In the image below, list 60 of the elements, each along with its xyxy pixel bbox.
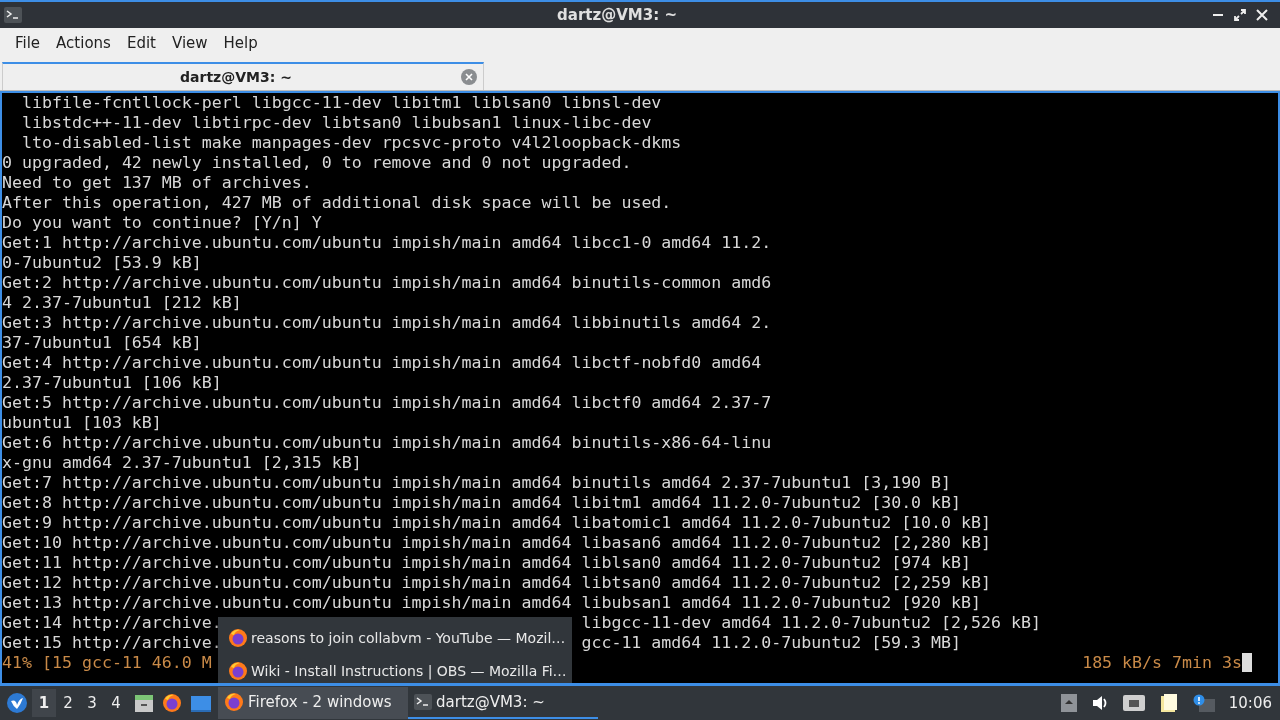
firefox-icon [224,692,244,712]
menu-item[interactable]: Help [218,32,263,54]
terminal-line: Get:8 http://archive.ubuntu.com/ubuntu impish/main amd64 libitm1 amd64 11.2.0-7ubuntu2 [30.0 kB] [2,493,962,513]
terminal-line: x-gnu amd64 2.37-7ubuntu1 [2,315 kB] [2,453,362,473]
terminal-line: 0 upgraded, 42 newly installed, 0 to remove and 0 not upgraded. [2,153,632,173]
close-icon[interactable] [1256,9,1268,21]
terminal-line: 2.37-7ubuntu1 [106 kB] [2,373,222,393]
terminal-line: Get:3 http://archive.ubuntu.com/ubuntu impish/main amd64 libbinutils amd64 2. [2,313,772,333]
terminal-line: Get:5 http://archive.ubuntu.com/ubuntu impish/main amd64 libctf0 amd64 2.37-7 [2,393,772,413]
firefox-icon [228,627,248,648]
terminal-line: Do you want to continue? [Y/n] Y [2,213,322,233]
terminal-line: Need to get 137 MB of archives. [2,173,312,193]
workspace-button[interactable]: 4 [104,689,128,717]
terminal-line: Get:12 http://archive.ubuntu.com/ubuntu impish/main amd64 libtsan0 amd64 11.2.0-7ubuntu2 [2,259 kB] [2,573,992,593]
terminal-line: gcc-11 amd64 11.2.0-7ubuntu2 [59.3 MB] [581,633,962,653]
terminal-line: lto-disabled-list make manpages-dev rpcsvc-proto v4l2loopback-dkms [20,133,682,153]
workspace-button[interactable]: 2 [56,689,80,717]
terminal-line: Get:11 http://archive.ubuntu.com/ubuntu impish/main amd64 liblsan0 amd64 11.2.0-7ubuntu2 [974 kB] [2,553,972,573]
terminal-line: 0-7ubuntu2 [53.9 kB] [2,253,202,273]
firefox-icon[interactable] [162,693,182,713]
taskbar-button[interactable]: Firefox - 2 windows [218,687,408,719]
progress-text: 41% [15 gcc-11 46.0 M [2,653,212,673]
firefox-icon [228,660,248,681]
terminal-line: libfile-fcntllock-perl libgcc-11-dev libitm1 liblsan0 libnsl-dev [20,93,662,113]
clock: 10:06 [1228,694,1272,712]
terminal-line: After this operation, 427 MB of additional disk space will be used. [2,193,672,213]
progress-speed: 185 kB/s 7min 3s [1082,653,1242,673]
workspace-button[interactable]: 3 [80,689,104,717]
maximize-icon[interactable] [1234,9,1246,21]
terminal-line: Get:9 http://archive.ubuntu.com/ubuntu impish/main amd64 libatomic1 amd64 11.2.0-7ubuntu2 [10.0 kB] [2,513,992,533]
notification-icon[interactable] [1192,694,1215,712]
network-icon[interactable] [1122,695,1145,711]
terminal-line: 37-7ubuntu1 [654 kB] [2,333,202,353]
terminal-line: Get:10 http://archive.ubuntu.com/ubuntu impish/main amd64 libasan6 amd64 11.2.0-7ubuntu2 [2,280 kB] [2,533,992,553]
workspace-button[interactable]: 1 [32,689,56,717]
window-title: dartz@VM3: ~ [556,6,678,24]
app-icon [4,7,22,23]
terminal-line: 4 2.37-7ubuntu1 [212 kB] [2,293,242,313]
terminal-line: Get:4 http://archive.ubuntu.com/ubuntu impish/main amd64 libctf-nobfd0 amd64 [2,353,762,373]
window-list-item[interactable]: Wiki - Install Instructions | OBS — Mozilla Fi… [218,654,572,683]
terminal-line: Get:6 http://archive.ubuntu.com/ubuntu impish/main amd64 binutils-x86-64-linu [2,433,772,453]
terminal-line: libgcc-11-dev amd64 11.2.0-7ubuntu2 [2,526 kB] [581,613,1041,633]
terminal-line: libstdc++-11-dev libtirpc-dev libtsan0 libubsan1 linux-libc-dev [20,113,652,133]
terminal-line: Get:7 http://archive.ubuntu.com/ubuntu impish/main amd64 binutils amd64 2.37-7ubuntu1 [3,190 B] [2,473,952,493]
menu-item[interactable]: File [10,32,46,54]
terminal-line: ubuntu1 [103 kB] [2,413,162,433]
file-cabinet-icon[interactable] [134,693,154,713]
terminal-line: Get:13 http://archive.ubuntu.com/ubuntu impish/main amd64 libubsan1 amd64 11.2.0-7ubuntu2 [920 kB] [2,593,982,613]
desktop-icon[interactable] [190,693,212,713]
terminal-line: Get:2 http://archive.ubuntu.com/ubuntu impish/main amd64 binutils-common amd6 [2,273,772,293]
volume-icon[interactable] [1090,694,1109,712]
terminal-icon [414,694,432,710]
menu-item[interactable]: Actions [51,32,116,54]
menu-item[interactable]: View [166,32,213,54]
menu-item[interactable]: Edit [121,32,161,54]
cursor [1242,653,1252,672]
taskbar-button[interactable]: dartz@VM3: ~ [408,687,598,719]
notes-icon[interactable] [1158,693,1179,713]
terminal-line: Get:1 http://archive.ubuntu.com/ubuntu impish/main amd64 libcc1-0 amd64 11.2. [2,233,772,253]
terminal-tab[interactable]: dartz@VM3: ~ [2,62,484,90]
